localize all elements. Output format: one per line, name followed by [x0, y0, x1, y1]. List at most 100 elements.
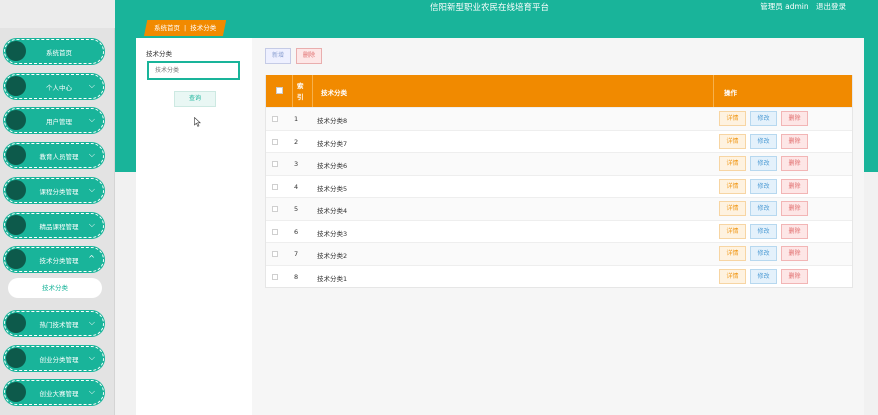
row-checkbox[interactable] [272, 161, 278, 167]
user-bar: 管理员 admin 退出登录 [755, 1, 846, 12]
row-index: 1 [294, 115, 299, 123]
chevron-down-icon: ⌵ [88, 115, 95, 124]
site-title: 信阳新型职业农民在线培育平台 [430, 3, 550, 13]
table-row: 2 技术分类7 详情 修改 删除 [266, 129, 852, 153]
circle-icon [6, 41, 26, 61]
sidebar-item-users[interactable]: 用户管理 ⌵ [4, 108, 104, 133]
detail-button[interactable]: 详情 [719, 156, 746, 171]
row-index: 3 [294, 160, 299, 168]
detail-button[interactable]: 详情 [719, 268, 746, 284]
detail-button[interactable]: 详情 [719, 178, 746, 194]
sidebar-item-label: 课程分类管理 [39, 188, 79, 196]
row-name: 技术分类7 [317, 139, 348, 148]
sidebar-item-label: 技术分类管理 [39, 257, 79, 265]
sidebar-item-startup-categories[interactable]: 创业分类管理 ⌵ [4, 346, 104, 371]
data-table: 索引 技术分类 操作 1 技术分类8 详情 修改 删除 2 技术分类7 详情 修改 删除… [265, 75, 853, 288]
delete-button[interactable]: 删除 [781, 156, 808, 171]
header-name-label: 技术分类 [321, 89, 347, 97]
edit-button[interactable]: 修改 [750, 246, 777, 261]
row-index: 2 [294, 137, 299, 146]
edit-button[interactable]: 修改 [750, 156, 777, 171]
search-label: 技术分类 [146, 50, 172, 58]
sidebar-item-tech-categories[interactable]: 技术分类管理 ^ [4, 247, 104, 272]
delete-button[interactable]: 删除 [781, 223, 808, 239]
row-checkbox[interactable] [272, 228, 278, 235]
chevron-down-icon: ⌵ [88, 150, 95, 159]
delete-button[interactable]: 删除 [781, 133, 808, 149]
header-name-cell: 技术分类 [313, 75, 714, 107]
chevron-up-icon: ^ [88, 254, 95, 263]
sidebar-item-profile[interactable]: 个人中心 ⌵ [4, 74, 104, 99]
row-checkbox[interactable] [272, 138, 278, 145]
header-actions-label: 操作 [724, 89, 737, 97]
user-label: 管理员 admin [760, 2, 809, 11]
circle-icon [6, 215, 26, 235]
breadcrumb-home[interactable]: 系统首页 [154, 24, 180, 32]
search-button[interactable]: 查询 [174, 91, 216, 107]
row-checkbox[interactable] [272, 183, 278, 190]
table-row: 6 技术分类3 详情 修改 删除 [266, 219, 852, 243]
mouse-pointer-icon [194, 117, 201, 127]
table-row: 8 技术分类1 详情 修改 删除 [266, 264, 852, 288]
sidebar-item-course-categories[interactable]: 课程分类管理 ⌵ [4, 178, 104, 203]
sidebar-item-startup-contests[interactable]: 创业大赛管理 ⌵ [4, 380, 104, 405]
sidebar-item-label: 创业分类管理 [39, 356, 79, 364]
sidebar-subitem-tech-category[interactable]: 技术分类 [8, 278, 102, 298]
row-name: 技术分类2 [317, 252, 348, 260]
edit-button[interactable]: 修改 [750, 133, 777, 149]
row-name: 技术分类3 [317, 229, 348, 238]
header-actions-cell: 操作 [714, 75, 853, 107]
circle-icon [6, 180, 26, 200]
row-checkbox[interactable] [272, 251, 278, 257]
detail-button[interactable]: 详情 [719, 133, 746, 149]
header-index-label: 索引 [297, 82, 304, 101]
delete-button[interactable]: 删除 [781, 246, 808, 261]
chevron-down-icon: ⌵ [88, 185, 95, 194]
detail-button[interactable]: 详情 [719, 201, 746, 216]
detail-button[interactable]: 详情 [719, 246, 746, 261]
sidebar: 系统首页 个人中心 ⌵ 用户管理 ⌵ 教育人员管理 ⌵ 课程分类管理 ⌵ 精品课… [0, 0, 115, 415]
row-name: 技术分类4 [317, 207, 348, 215]
chevron-down-icon: ⌵ [88, 318, 95, 327]
table-row: 3 技术分类6 详情 修改 删除 [266, 152, 852, 175]
edit-button[interactable]: 修改 [750, 201, 777, 216]
sidebar-item-home[interactable]: 系统首页 [4, 39, 104, 64]
row-checkbox[interactable] [272, 273, 278, 280]
row-index: 4 [294, 182, 299, 191]
header-index-cell: 索引 [293, 75, 313, 107]
edit-button[interactable]: 修改 [750, 178, 777, 194]
edit-button[interactable]: 修改 [750, 111, 777, 126]
sidebar-item-educators[interactable]: 教育人员管理 ⌵ [4, 143, 104, 168]
chevron-down-icon: ⌵ [88, 353, 95, 362]
delete-button[interactable]: 删除 [781, 268, 808, 284]
detail-button[interactable]: 详情 [719, 223, 746, 239]
sidebar-item-hot-tech[interactable]: 热门技术管理 ⌵ [4, 311, 104, 336]
row-name: 技术分类8 [317, 117, 348, 125]
edit-button[interactable]: 修改 [750, 223, 777, 239]
sidebar-item-label: 用户管理 [46, 118, 72, 126]
select-all-checkbox[interactable] [276, 87, 283, 94]
breadcrumb-current: 技术分类 [190, 24, 217, 32]
delete-button[interactable]: 删除 [781, 201, 808, 216]
circle-icon [6, 76, 26, 96]
delete-button[interactable]: 删除 [781, 111, 808, 126]
delete-button[interactable]: 删除 [781, 178, 808, 194]
detail-button[interactable]: 详情 [719, 111, 746, 126]
sidebar-item-label: 精品课程管理 [39, 223, 79, 231]
row-checkbox[interactable] [272, 116, 278, 122]
row-checkbox[interactable] [272, 206, 278, 212]
row-index: 7 [294, 250, 299, 258]
row-name: 技术分类5 [317, 184, 348, 193]
sidebar-item-featured-courses[interactable]: 精品课程管理 ⌵ [4, 213, 104, 238]
breadcrumb-separator: | [184, 24, 187, 32]
logout-link[interactable]: 退出登录 [816, 2, 846, 11]
add-button[interactable]: 新增 [265, 48, 291, 64]
row-name: 技术分类1 [317, 274, 348, 283]
search-input[interactable] [147, 61, 240, 80]
batch-delete-button[interactable]: 删除 [296, 48, 322, 64]
chevron-down-icon: ⌵ [88, 387, 95, 396]
sidebar-item-label: 个人中心 [46, 84, 72, 92]
search-panel: 技术分类 查询 [136, 38, 252, 415]
row-index: 8 [294, 272, 299, 281]
edit-button[interactable]: 修改 [750, 268, 777, 284]
